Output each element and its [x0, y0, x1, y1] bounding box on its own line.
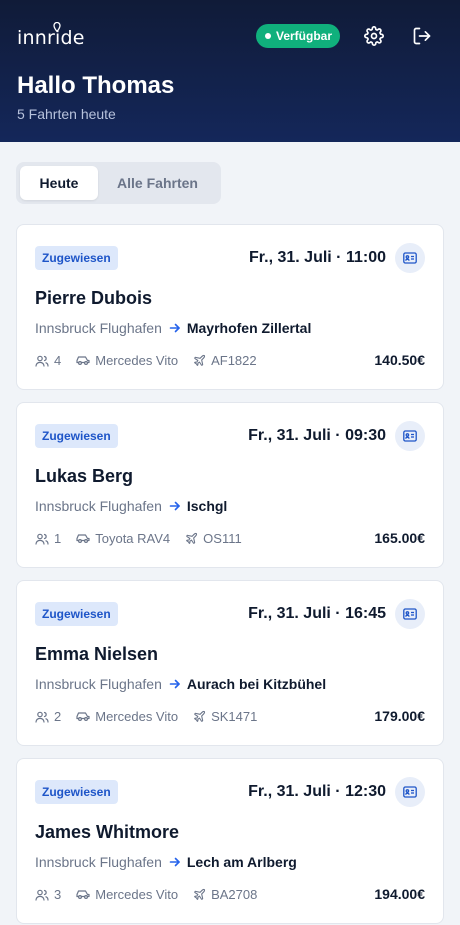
vehicle-name: Mercedes Vito [95, 709, 179, 724]
ride-status-badge: Zugewiesen [35, 424, 118, 448]
ride-datetime: Fr., 31. Juli · 09:30 [248, 427, 386, 444]
arrow-right-icon [169, 678, 181, 690]
ride-card[interactable]: Zugewiesen Fr., 31. Juli · 09:30 Lukas B… [16, 402, 444, 568]
route-origin: Innsbruck Flughafen [35, 498, 162, 514]
flight-info: AF1822 [193, 353, 257, 368]
app-logo: innride innride [17, 22, 85, 49]
car-icon [76, 356, 90, 365]
passenger-count-value: 2 [54, 709, 62, 724]
car-icon [76, 712, 90, 721]
ride-route: Innsbruck Flughafen Mayrhofen Zillertal [35, 320, 311, 336]
plane-icon [194, 710, 206, 722]
id-card-button[interactable] [395, 243, 425, 273]
plane-icon [194, 888, 206, 900]
id-card-button[interactable] [395, 777, 425, 807]
ride-card[interactable]: Zugewiesen Fr., 31. Juli · 11:00 Pierre … [16, 224, 444, 390]
vehicle-name: Mercedes Vito [95, 887, 179, 902]
ride-price: 194.00€ [374, 886, 425, 902]
plane-icon [186, 532, 198, 544]
passenger-name: Emma Nielsen [35, 644, 159, 664]
passenger-count-value: 3 [54, 887, 62, 902]
flight-number: OS111 [203, 531, 242, 546]
car-icon [76, 890, 90, 899]
settings-button[interactable] [362, 24, 386, 48]
flight-number: AF1822 [211, 353, 257, 368]
flight-info: BA2708 [193, 887, 257, 902]
ride-datetime: Fr., 31. Juli · 12:30 [248, 783, 386, 800]
logout-icon [413, 27, 431, 45]
flight-info: OS111 [185, 531, 242, 546]
route-destination: Lech am Arlberg [186, 854, 297, 870]
ride-meta: 2 Mercedes Vito SK1471 [35, 709, 272, 724]
ride-status-badge: Zugewiesen [35, 246, 118, 270]
vehicle-info: Mercedes Vito [76, 709, 178, 724]
passenger-count: 4 [35, 353, 61, 368]
ride-status-badge: Zugewiesen [35, 780, 118, 804]
car-icon [76, 534, 90, 543]
passenger-count-value: 1 [54, 531, 62, 546]
flight-info: SK1471 [193, 709, 257, 724]
availability-status-toggle[interactable]: Verfügbar [256, 24, 341, 48]
id-card-button[interactable] [395, 421, 425, 451]
ride-datetime: Fr., 31. Juli · 16:45 [248, 605, 386, 622]
users-icon [35, 889, 49, 901]
route-origin: Innsbruck Flughafen [35, 854, 162, 870]
ride-card[interactable]: Zugewiesen Fr., 31. Juli · 16:45 Emma Ni… [16, 580, 444, 746]
ride-route: Innsbruck Flughafen Aurach bei Kitzbühel [35, 676, 326, 692]
users-icon [35, 711, 49, 723]
vehicle-name: Toyota RAV4 [95, 531, 171, 546]
route-destination: Mayrhofen Zillertal [186, 320, 312, 336]
plane-icon [194, 354, 206, 366]
users-icon [35, 533, 49, 545]
logout-button[interactable] [410, 24, 434, 48]
arrow-right-icon [169, 856, 181, 868]
passenger-count: 2 [35, 709, 61, 724]
vehicle-info: Toyota RAV4 [76, 531, 170, 546]
availability-status-label: Verfügbar [276, 29, 333, 43]
ride-status-badge: Zugewiesen [35, 602, 118, 626]
passenger-name: James Whitmore [35, 822, 180, 842]
passenger-count: 3 [35, 887, 61, 902]
ride-price: 140.50€ [374, 352, 425, 368]
vehicle-name: Mercedes Vito [95, 353, 179, 368]
ride-list: Zugewiesen Fr., 31. Juli · 11:00 Pierre … [16, 224, 444, 925]
flight-number: BA2708 [211, 887, 258, 902]
flight-number: SK1471 [211, 709, 258, 724]
vehicle-info: Mercedes Vito [76, 887, 178, 902]
id-card-icon [403, 430, 417, 442]
passenger-name: Lukas Berg [35, 466, 134, 486]
arrow-right-icon [169, 500, 181, 512]
route-destination: Ischgl [186, 498, 228, 514]
ride-datetime: Fr., 31. Juli · 11:00 [249, 249, 386, 266]
route-origin: Innsbruck Flughafen [35, 676, 162, 692]
ride-route: Innsbruck Flughafen Ischgl [35, 498, 227, 514]
status-dot-icon [265, 33, 271, 39]
tab-alle-fahrten[interactable]: Alle Fahrten [98, 166, 217, 200]
gear-icon [364, 26, 384, 46]
route-origin: Innsbruck Flughafen [35, 320, 162, 336]
id-card-icon [403, 608, 417, 620]
id-card-button[interactable] [395, 599, 425, 629]
ride-route: Innsbruck Flughafen Lech am Arlberg [35, 854, 297, 870]
ride-meta: 3 Mercedes Vito BA2708 [35, 887, 272, 902]
passenger-count-value: 4 [54, 353, 62, 368]
users-icon [35, 355, 49, 367]
greeting-title: Hallo Thomas [17, 72, 175, 99]
vehicle-info: Mercedes Vito [76, 353, 178, 368]
ride-card[interactable]: Zugewiesen Fr., 31. Juli · 12:30 James W… [16, 758, 444, 924]
id-card-icon [403, 252, 417, 264]
ride-meta: 4 Mercedes Vito AF1822 [35, 353, 272, 368]
ride-price: 179.00€ [374, 708, 425, 724]
route-destination: Aurach bei Kitzbühel [186, 676, 327, 692]
ride-filter-tabs: Heute Alle Fahrten [16, 162, 221, 204]
passenger-count: 1 [35, 531, 61, 546]
passenger-name: Pierre Dubois [35, 288, 153, 308]
id-card-icon [403, 786, 417, 798]
tab-heute[interactable]: Heute [20, 166, 98, 200]
rides-count-subtitle: 5 Fahrten heute [17, 106, 116, 122]
arrow-right-icon [169, 322, 181, 334]
ride-meta: 1 Toyota RAV4 OS111 [35, 531, 257, 546]
ride-price: 165.00€ [374, 530, 425, 546]
app-header: innride innride Verfügbar Hallo Thomas 5… [0, 0, 460, 142]
